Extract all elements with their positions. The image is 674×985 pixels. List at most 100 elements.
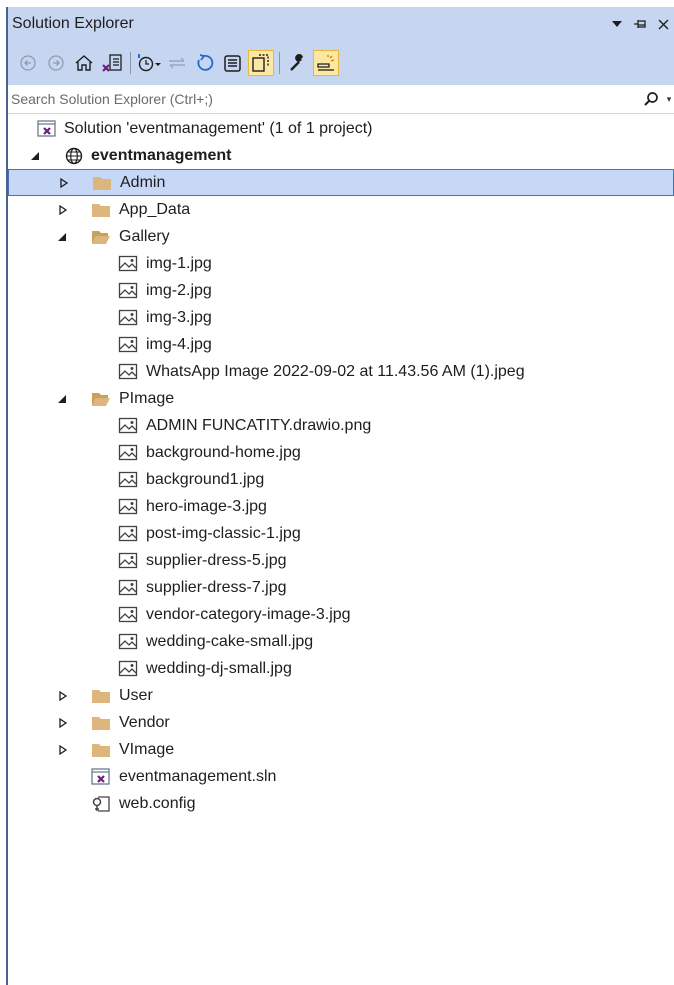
tree-item-file[interactable]: wedding-cake-small.jpg — [8, 628, 674, 655]
solution-icon — [37, 119, 57, 138]
panel-title: Solution Explorer — [12, 15, 134, 32]
title-bar: Solution Explorer — [8, 7, 674, 41]
expanded-arrow-icon[interactable] — [29, 149, 43, 163]
tree-item-label: img-4.jpg — [146, 335, 212, 353]
image-file-icon — [118, 336, 138, 354]
tree-item-project[interactable]: eventmanagement — [8, 142, 674, 169]
tree-item-folder-user[interactable]: User — [8, 682, 674, 709]
image-file-icon — [118, 633, 138, 651]
preview-selected-items-icon[interactable] — [313, 50, 339, 76]
folder-icon — [91, 687, 111, 705]
tree-item-label: vendor-category-image-3.jpg — [146, 605, 351, 623]
image-file-icon — [118, 444, 138, 462]
tree-item-label: WhatsApp Image 2022-09-02 at 11.43.56 AM… — [146, 362, 525, 380]
tree-item-folder-vimage[interactable]: VImage — [8, 736, 674, 763]
tree-item-file[interactable]: supplier-dress-5.jpg — [8, 547, 674, 574]
toolbar-separator — [279, 52, 280, 74]
tree-item-file[interactable]: supplier-dress-7.jpg — [8, 574, 674, 601]
tree-item-file[interactable]: img-3.jpg — [8, 304, 674, 331]
tree-item-file[interactable]: img-1.jpg — [8, 250, 674, 277]
tree-item-label: post-img-classic-1.jpg — [146, 524, 301, 542]
folder-icon — [92, 174, 112, 192]
collapsed-arrow-icon[interactable] — [56, 689, 70, 703]
tree-item-label: web.config — [119, 794, 196, 812]
tree-item-file[interactable]: post-img-classic-1.jpg — [8, 520, 674, 547]
tree-item-file[interactable]: vendor-category-image-3.jpg — [8, 601, 674, 628]
tree-item-file[interactable]: wedding-dj-small.jpg — [8, 655, 674, 682]
open-folder-icon — [91, 228, 111, 246]
tree-item-file[interactable]: WhatsApp Image 2022-09-02 at 11.43.56 AM… — [8, 358, 674, 385]
web-project-globe-icon — [64, 147, 84, 165]
pending-changes-filter-icon[interactable] — [137, 51, 161, 75]
image-file-icon — [118, 525, 138, 543]
forward-icon[interactable] — [44, 51, 68, 75]
properties-icon[interactable] — [286, 51, 310, 75]
tree-item-label: eventmanagement.sln — [119, 767, 277, 785]
tree-item-label: background-home.jpg — [146, 443, 301, 461]
close-icon[interactable] — [656, 17, 670, 31]
config-file-icon — [91, 795, 111, 813]
tree-item-label: img-1.jpg — [146, 254, 212, 272]
tree-item-folder-vendor[interactable]: Vendor — [8, 709, 674, 736]
tree-item-label: Admin — [120, 173, 166, 191]
image-file-icon — [118, 363, 138, 381]
tree-item-file[interactable]: background1.jpg — [8, 466, 674, 493]
tree-item-label: wedding-cake-small.jpg — [146, 632, 314, 650]
tree-item-label: Solution 'eventmanagement' (1 of 1 proje… — [64, 119, 373, 137]
collapsed-arrow-icon[interactable] — [56, 203, 70, 217]
search-options-chevron-icon[interactable]: ▾ — [664, 87, 674, 111]
tree-item-label: wedding-dj-small.jpg — [146, 659, 292, 677]
back-icon[interactable] — [16, 51, 40, 75]
switch-views-icon[interactable] — [100, 51, 124, 75]
image-file-icon — [118, 282, 138, 300]
chevron-down-icon[interactable] — [610, 17, 624, 31]
tree-item-label: supplier-dress-5.jpg — [146, 551, 287, 569]
solution-explorer-frame: Solution Explorer Search Solution Explor… — [6, 7, 674, 985]
sync-active-document-icon[interactable] — [165, 51, 189, 75]
tree-item-file[interactable]: eventmanagement.sln — [8, 763, 674, 790]
tree-item-label: background1.jpg — [146, 470, 265, 488]
image-file-icon — [118, 417, 138, 435]
tree-item-label: App_Data — [119, 200, 191, 218]
pin-icon[interactable] — [633, 17, 647, 31]
tree-item-file[interactable]: img-2.jpg — [8, 277, 674, 304]
folder-icon — [91, 741, 111, 759]
tree-item-label: PImage — [119, 389, 175, 407]
home-icon[interactable] — [72, 51, 96, 75]
solution-file-icon — [91, 767, 111, 786]
tree-item-label: img-3.jpg — [146, 308, 212, 326]
collapsed-arrow-icon[interactable] — [57, 176, 71, 190]
tree-item-file[interactable]: ADMIN FUNCATITY.drawio.png — [8, 412, 674, 439]
tree-item-folder-admin[interactable]: Admin — [8, 169, 674, 196]
expanded-arrow-icon[interactable] — [56, 230, 70, 244]
toolbar — [8, 41, 674, 85]
collapsed-arrow-icon[interactable] — [56, 743, 70, 757]
refresh-icon[interactable] — [193, 51, 217, 75]
tree-item-label: User — [119, 686, 153, 704]
tree-item-file[interactable]: web.config — [8, 790, 674, 817]
image-file-icon — [118, 660, 138, 678]
tree-item-folder-pimage[interactable]: PImage — [8, 385, 674, 412]
tree-item-label: VImage — [119, 740, 175, 758]
show-all-files-icon[interactable] — [248, 50, 274, 76]
tree-item-label: Vendor — [119, 713, 170, 731]
collapsed-arrow-icon[interactable] — [56, 716, 70, 730]
expanded-arrow-icon[interactable] — [56, 392, 70, 406]
search-bar: ▾ — [8, 85, 674, 114]
search-icon[interactable] — [638, 87, 664, 111]
image-file-icon — [118, 471, 138, 489]
tree-item-label: img-2.jpg — [146, 281, 212, 299]
tree-item-folder-gallery[interactable]: Gallery — [8, 223, 674, 250]
tree-item-file[interactable]: img-4.jpg — [8, 331, 674, 358]
tree-item-label: eventmanagement — [91, 146, 232, 164]
collapse-all-icon[interactable] — [221, 51, 245, 75]
image-file-icon — [118, 552, 138, 570]
tree-item-file[interactable]: hero-image-3.jpg — [8, 493, 674, 520]
open-folder-icon — [91, 390, 111, 408]
tree-item-label: Gallery — [119, 227, 170, 245]
tree-item-solution[interactable]: Solution 'eventmanagement' (1 of 1 proje… — [8, 115, 674, 142]
tree-item-file[interactable]: background-home.jpg — [8, 439, 674, 466]
search-input[interactable] — [8, 86, 638, 112]
tree-item-folder-app-data[interactable]: App_Data — [8, 196, 674, 223]
tree-item-label: supplier-dress-7.jpg — [146, 578, 287, 596]
